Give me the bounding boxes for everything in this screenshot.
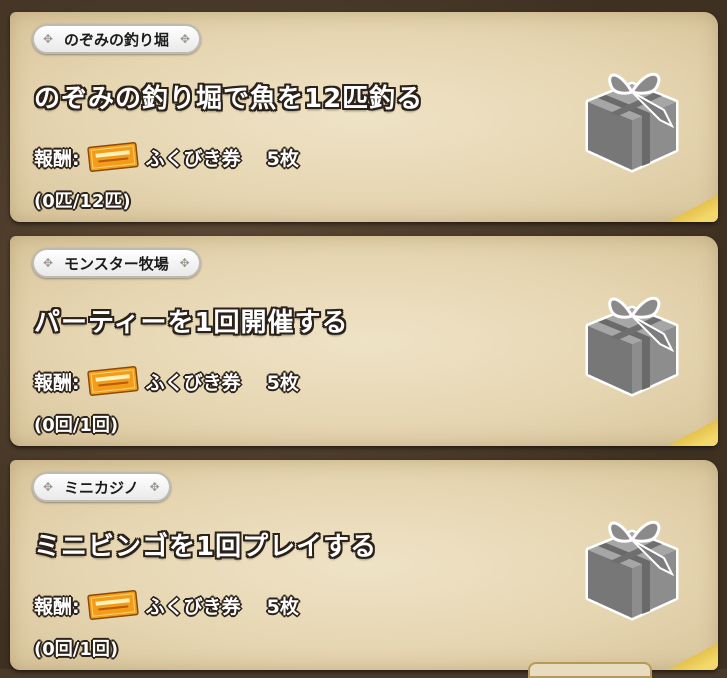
reward-item: ふくびき券: [145, 595, 241, 618]
mission-title: パーティーを1回開催する: [34, 308, 349, 338]
mission-card[interactable]: ✥ モンスター牧場 ✥ パーティーを1回開催する 報酬: ふくびき券 5枚 (0…: [10, 236, 718, 446]
mission-title: のぞみの釣り堀で魚を12匹釣る: [34, 84, 424, 114]
reward-count: 5枚: [266, 595, 299, 618]
category-label: モンスター牧場: [64, 254, 169, 273]
tag-ornament-icon: ✥: [179, 32, 191, 46]
gift-box-icon: [585, 296, 679, 397]
progress-text: (0回/1回): [34, 639, 119, 660]
mission-card[interactable]: ✥ ミニカジノ ✥ ミニビンゴを1回プレイする 報酬: ふくびき券 5枚 (0回…: [10, 460, 718, 670]
reward-count: 5枚: [266, 371, 299, 394]
category-label: ミニカジノ: [64, 478, 139, 497]
mission-card[interactable]: ✥ のぞみの釣り堀 ✥ のぞみの釣り堀で魚を12匹釣る 報酬: ふくびき券 5枚…: [10, 12, 718, 222]
mission-title: ミニビンゴを1回プレイする: [34, 532, 378, 562]
ticket-icon: [86, 590, 139, 620]
progress-text: (0回/1回): [34, 415, 119, 436]
reward-row: 報酬: ふくびき券 5枚: [34, 366, 299, 396]
reward-label: 報酬:: [34, 371, 80, 394]
gift-box-icon: [585, 72, 679, 173]
tag-ornament-icon: ✥: [42, 32, 54, 46]
reward-item: ふくびき券: [145, 371, 241, 394]
reward-label: 報酬:: [34, 147, 80, 170]
tag-ornament-icon: ✥: [42, 256, 54, 270]
category-tag: ✥ モンスター牧場 ✥: [32, 248, 201, 278]
reward-item: ふくびき券: [145, 147, 241, 170]
reward-row: 報酬: ふくびき券 5枚: [34, 142, 299, 172]
reward-label: 報酬:: [34, 595, 80, 618]
gift-box-icon: [585, 520, 679, 621]
category-label: のぞみの釣り堀: [64, 30, 170, 49]
reward-count: 5枚: [266, 147, 299, 170]
ticket-icon: [86, 366, 139, 396]
progress-text: (0匹/12匹): [34, 191, 131, 212]
tag-ornament-icon: ✥: [42, 480, 54, 494]
bottom-tab-edge: [528, 662, 652, 678]
reward-row: 報酬: ふくびき券 5枚: [34, 590, 299, 620]
ticket-icon: [86, 142, 139, 172]
category-tag: ✥ のぞみの釣り堀 ✥: [32, 24, 202, 54]
tag-ornament-icon: ✥: [179, 256, 190, 270]
tag-ornament-icon: ✥: [149, 480, 160, 494]
category-tag: ✥ ミニカジノ ✥: [32, 472, 171, 502]
